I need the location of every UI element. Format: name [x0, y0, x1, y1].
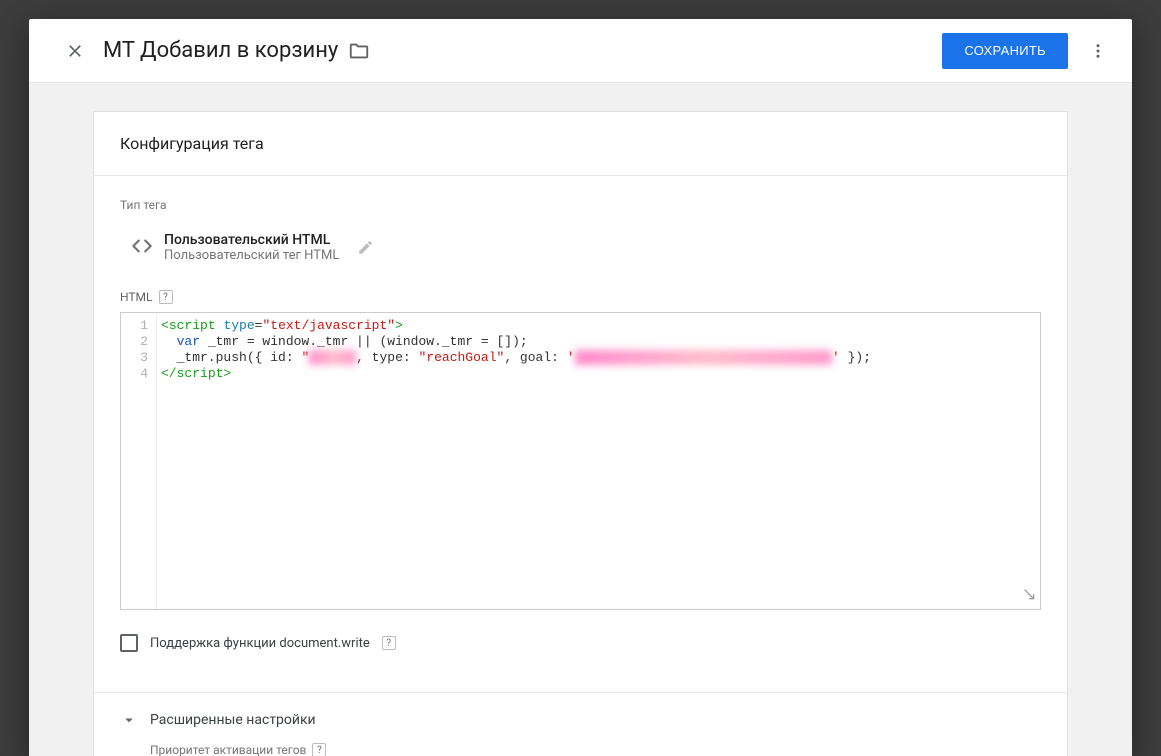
- chevron-down-icon: [120, 711, 138, 729]
- code-icon: [120, 224, 164, 268]
- editor-resize-handle[interactable]: [1021, 586, 1037, 606]
- editor-gutter: 1 2 3 4: [121, 313, 157, 609]
- editor-content[interactable]: <script type="text/javascript"> var _tmr…: [157, 313, 1040, 609]
- more-menu-button[interactable]: [1076, 29, 1120, 73]
- config-section-title: Конфигурация тега: [120, 134, 1041, 153]
- document-write-checkbox[interactable]: [120, 634, 138, 652]
- modal-header: MT Добавил в корзину СОХРАНИТЬ: [29, 19, 1132, 83]
- close-icon: [65, 41, 85, 61]
- folder-icon: [348, 40, 370, 62]
- save-button[interactable]: СОХРАНИТЬ: [942, 33, 1068, 69]
- redacted-goal: XXXXXXXXXXXXXXXXXXXXXXXXXXXXXXXXX: [575, 350, 832, 365]
- config-body-section: Тип тега Пользовательский HTML Пользоват…: [94, 176, 1067, 692]
- document-write-label: Поддержка функции document.write: [150, 636, 370, 651]
- tag-type-desc: Пользовательский тег HTML: [164, 248, 339, 263]
- html-code-editor[interactable]: 1 2 3 4 <script type="text/javascript"> …: [120, 312, 1041, 610]
- priority-help[interactable]: ?: [312, 743, 326, 756]
- priority-label-row: Приоритет активации тегов ?: [150, 743, 1041, 756]
- document-write-row: Поддержка функции document.write ?: [120, 634, 1041, 652]
- close-button[interactable]: [53, 29, 97, 73]
- html-field-label: HTML ?: [120, 290, 1041, 304]
- tag-config-card: Конфигурация тега Тип тега Пользовательс…: [93, 111, 1068, 756]
- document-write-help[interactable]: ?: [382, 636, 396, 650]
- modal-body: Конфигурация тега Тип тега Пользовательс…: [29, 83, 1132, 756]
- resize-icon: [1021, 586, 1037, 602]
- tag-type-label: Тип тега: [120, 198, 1041, 212]
- advanced-toggle[interactable]: Расширенные настройки: [120, 711, 1041, 729]
- redacted-id: XXXXXX: [309, 350, 356, 365]
- config-header-section: Конфигурация тега: [94, 112, 1067, 176]
- tag-type-row: Пользовательский HTML Пользовательский т…: [120, 226, 1041, 268]
- choose-folder-button[interactable]: [348, 40, 370, 62]
- pencil-icon: [357, 239, 374, 256]
- tag-editor-modal: MT Добавил в корзину СОХРАНИТЬ Конфигура…: [29, 19, 1132, 756]
- tag-type-name: Пользовательский HTML: [164, 232, 339, 248]
- advanced-section: Расширенные настройки Приоритет активаци…: [94, 692, 1067, 756]
- more-vert-icon: [1089, 42, 1107, 60]
- tag-type-text: Пользовательский HTML Пользовательский т…: [164, 232, 339, 263]
- tag-title[interactable]: MT Добавил в корзину: [103, 38, 338, 63]
- edit-type-button[interactable]: [357, 239, 374, 256]
- html-help-button[interactable]: ?: [159, 290, 173, 304]
